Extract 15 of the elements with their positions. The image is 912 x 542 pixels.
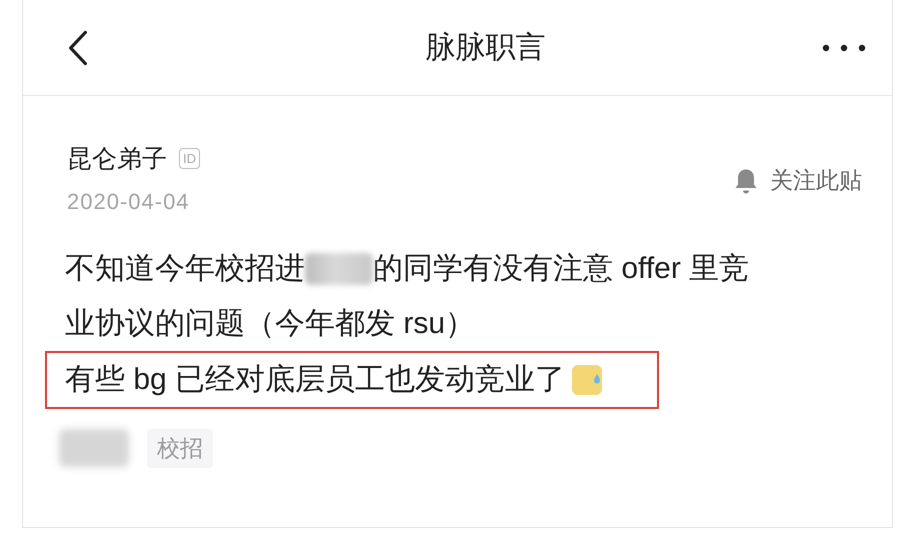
post-text: 不知道今年校招进 xyxy=(65,250,305,286)
id-badge: ID xyxy=(179,148,200,169)
post-text: 的同学有没有注意 offer 里竞 xyxy=(373,250,750,286)
back-icon[interactable] xyxy=(67,28,89,66)
bell-icon xyxy=(734,168,758,194)
author-name[interactable]: 昆仑弟子 xyxy=(67,142,167,175)
page-title: 脉脉职言 xyxy=(426,30,546,66)
emoji-icon xyxy=(571,364,604,396)
more-icon[interactable] xyxy=(822,44,866,52)
follow-button[interactable]: 关注此贴 xyxy=(734,165,862,196)
redaction-blur xyxy=(305,252,373,284)
redaction-blur xyxy=(59,429,129,467)
post-text: 业协议的问题（今年都发 rsu） xyxy=(65,306,476,342)
post-text: 有些 bg 已经对底层员工也发动竞业了 xyxy=(65,362,566,398)
post-date: 2020-04-04 xyxy=(67,189,191,215)
